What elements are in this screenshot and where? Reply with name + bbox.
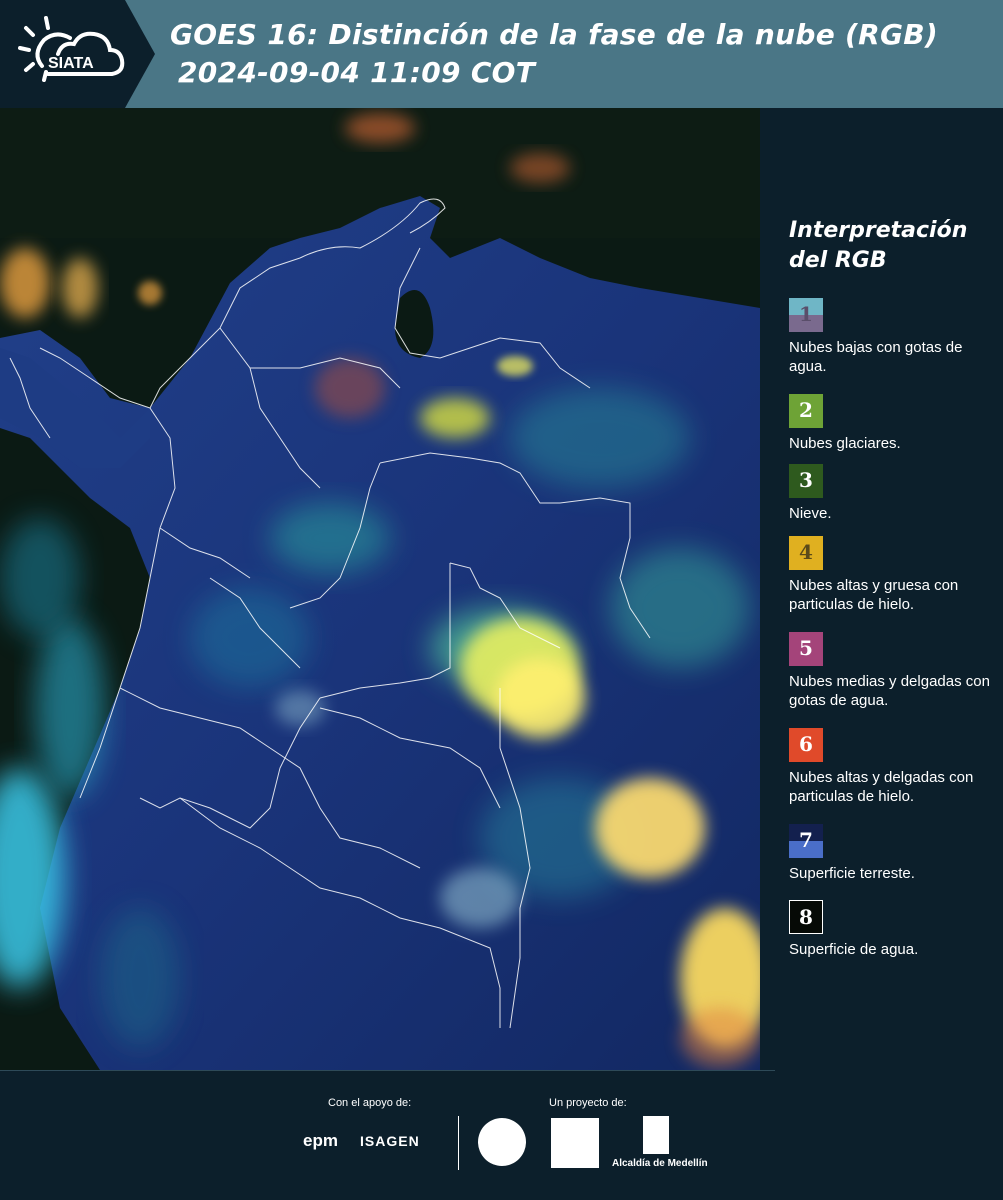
seal-logo-icon (478, 1118, 526, 1166)
legend-item: 7 Superficie terreste. (789, 824, 999, 883)
legend-number: 4 (799, 540, 813, 564)
legend-item: 2 Nubes glaciares. (789, 394, 999, 453)
project-label: Un proyecto de: (549, 1097, 627, 1109)
siata-logo-icon: SIATA (18, 16, 125, 82)
legend-number: 2 (799, 398, 813, 422)
legend-item: 4 Nubes altas y gruesa con particulas de … (789, 536, 999, 614)
footer-separator (458, 1116, 459, 1170)
legend-label: Superficie de agua. (789, 941, 919, 958)
legend-number: 7 (799, 828, 813, 852)
svg-text:SIATA: SIATA (48, 55, 94, 72)
legend-label: Nubes altas y delgadas con particulas de… (789, 769, 974, 805)
title-line-1: GOES 16: Distinción de la fase de la nub… (170, 18, 939, 51)
legend-label: Nubes bajas con gotas de agua. (789, 339, 963, 375)
legend-swatch: 7 (789, 824, 823, 858)
legend-number: 1 (799, 302, 813, 326)
header-bar: SIATA GOES 16: Distinción de la fase de … (0, 0, 1003, 108)
footer-divider (0, 1070, 775, 1071)
isagen-logo: ISAGEN (360, 1133, 420, 1149)
page-title: GOES 16: Distinción de la fase de la nub… (170, 16, 938, 92)
satellite-map (0, 108, 760, 1070)
alcaldia-label: Alcaldía de Medellín (612, 1158, 708, 1169)
legend-swatch: 8 (789, 900, 823, 934)
legend-item: 8 Superficie de agua. (789, 900, 999, 959)
legend-item: 5 Nubes medias y delgadas con gotas de ag… (789, 632, 999, 710)
legend-label: Nubes medias y delgadas con gotas de agu… (789, 673, 990, 709)
legend-swatch: 4 (789, 536, 823, 570)
legend-item: 3 Nieve. (789, 464, 999, 523)
legend-label: Nubes glaciares. (789, 435, 901, 452)
title-line-2: 2024-09-04 11:09 COT (178, 56, 536, 89)
legend-swatch: 3 (789, 464, 823, 498)
legend-number: 6 (799, 732, 813, 756)
area-metropolitana-logo-icon (551, 1118, 599, 1168)
logo-block: SIATA (0, 0, 155, 108)
legend-label: Nieve. (789, 505, 832, 522)
legend-number: 5 (799, 636, 813, 660)
legend-title: Interpretación del RGB (789, 218, 968, 273)
support-label: Con el apoyo de: (328, 1097, 412, 1109)
legend-swatch: 2 (789, 394, 823, 428)
legend-number: 3 (799, 468, 813, 492)
legend-swatch: 1 (789, 298, 823, 332)
legend-label: Nubes altas y gruesa con particulas de h… (789, 577, 959, 613)
legend-item: 1 Nubes bajas con gotas de agua. (789, 298, 999, 376)
alcaldia-shield-icon (643, 1116, 669, 1154)
legend-label: Superficie terreste. (789, 865, 915, 882)
legend-number: 8 (799, 905, 813, 929)
legend-swatch: 5 (789, 632, 823, 666)
legend-item: 6 Nubes altas y delgadas con particulas d… (789, 728, 999, 806)
footer: Con el apoyo de: epm ISAGEN Un proyecto … (0, 1070, 1003, 1200)
legend-swatch: 6 (789, 728, 823, 762)
epm-logo: epm (303, 1131, 338, 1150)
legend-panel: Interpretación del RGB 1 Nubes bajas con … (775, 108, 1003, 1070)
satellite-image (0, 108, 760, 1070)
